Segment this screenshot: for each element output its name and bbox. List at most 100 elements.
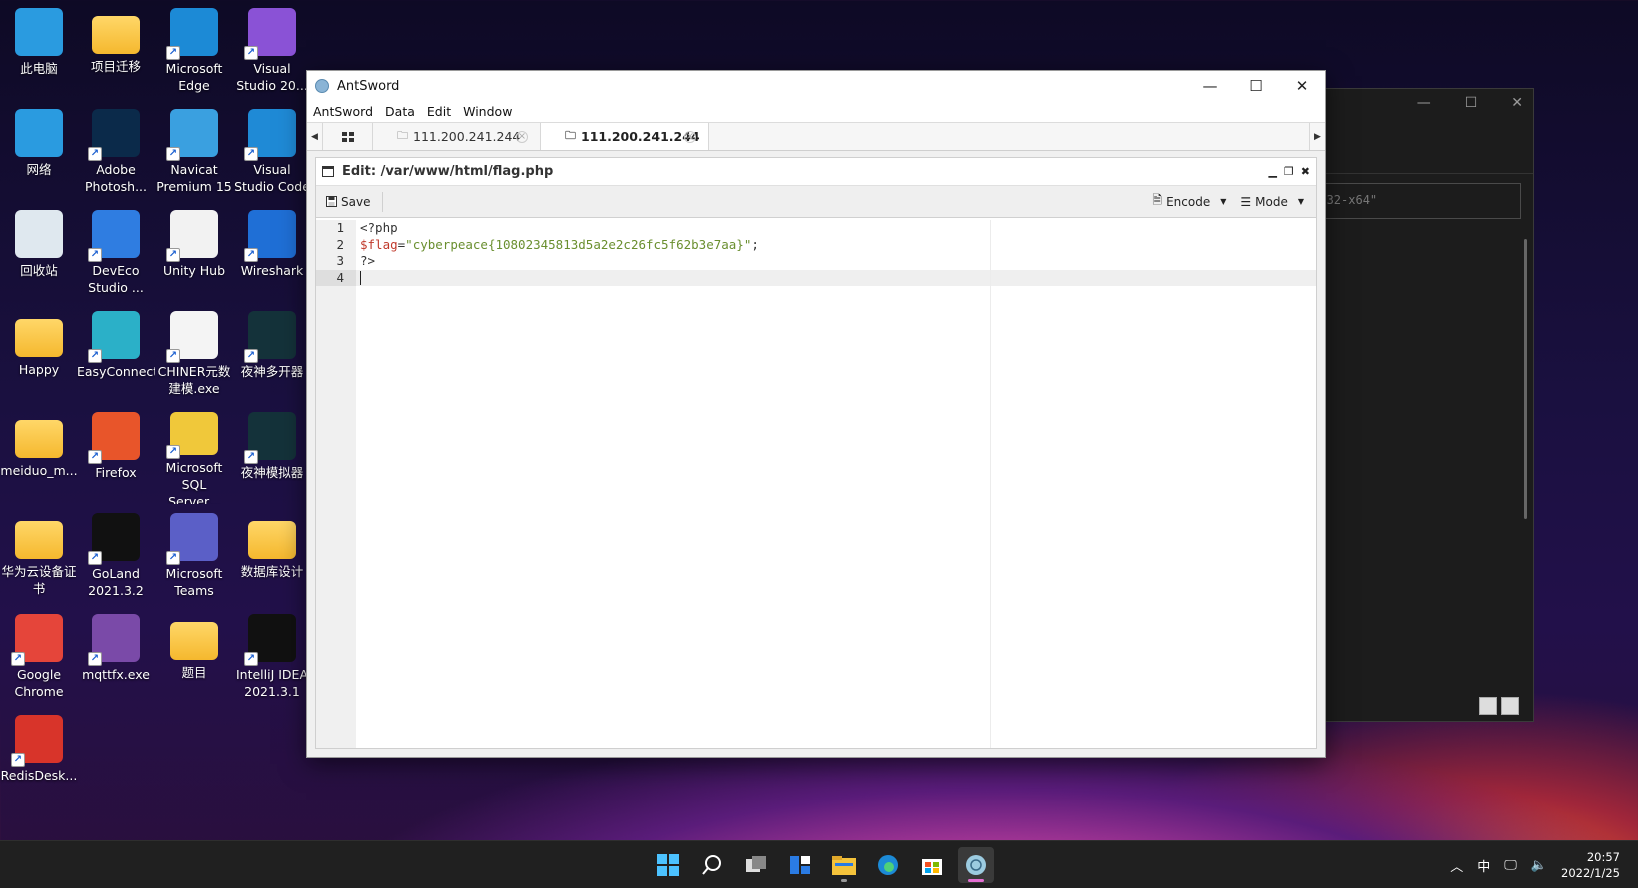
desktop-icon-label: Microsoft SQL Server... [165, 459, 223, 504]
menu-edit[interactable]: Edit [427, 104, 451, 119]
edge-icon [878, 855, 898, 875]
desktop-icon[interactable]: 回收站 [0, 206, 78, 302]
desktop-icon[interactable]: 项目迁移 [77, 4, 155, 100]
close-icon[interactable]: ✕ [1511, 95, 1523, 111]
volume-icon[interactable]: 🔈 [1531, 858, 1547, 873]
title-bar[interactable]: AntSword — ☐ ✕ [307, 71, 1325, 101]
desktop-icon[interactable]: ↗ 夜神模拟器 [233, 408, 311, 504]
desktop-icon[interactable]: ↗ Microsoft Teams [155, 509, 233, 605]
tab-scroll-left-icon[interactable]: ◀ [307, 123, 323, 150]
desktop-icon[interactable]: ↗ GoLand 2021.3.2 [77, 509, 155, 605]
network-icon[interactable]: 🖵 [1504, 858, 1517, 873]
ime-indicator[interactable]: 中 [1477, 856, 1490, 875]
mode-dropdown[interactable]: ☰ Mode ▼ [1240, 191, 1304, 212]
minimize-button[interactable]: — [1187, 71, 1233, 101]
desktop-icon[interactable]: ↗ Navicat Premium 15 [155, 105, 233, 201]
widgets-button[interactable] [782, 847, 818, 883]
teams-icon: ↗ [166, 513, 218, 565]
store-button[interactable] [914, 847, 950, 883]
deveco-icon: ↗ [88, 210, 140, 262]
chevron-down-icon: ▼ [1297, 197, 1304, 206]
file-explorer-button[interactable] [826, 847, 862, 883]
desktop-icon[interactable]: ↗ Firefox [77, 408, 155, 504]
maximize-button[interactable]: ☐ [1233, 71, 1279, 101]
menu-window[interactable]: Window [463, 104, 512, 119]
minimize-icon[interactable]: — [1417, 95, 1431, 111]
chiner-icon: ↗ [166, 311, 218, 363]
desktop-icon[interactable]: 题目 [155, 610, 233, 706]
maximize-icon[interactable]: ☐ [1465, 95, 1478, 111]
panel-close-icon[interactable]: ✖ [1301, 165, 1310, 178]
search-button[interactable] [694, 847, 730, 883]
line-number: 4 [316, 269, 356, 286]
panel-header: Edit: /var/www/html/flag.php ▁ ❐ ✖ [316, 158, 1316, 186]
desktop-icon[interactable]: 此电脑 [0, 4, 78, 100]
start-icon [657, 854, 679, 876]
menu-antsword[interactable]: AntSword [313, 104, 373, 119]
file-explorer-icon [832, 856, 856, 875]
desktop-icon[interactable]: ↗ Visual Studio Code [233, 105, 311, 201]
preview-view-icon[interactable] [1501, 697, 1519, 715]
mode-label: Mode [1255, 194, 1288, 209]
edge-button[interactable] [870, 847, 906, 883]
panel-minimize-icon[interactable]: ▁ [1268, 165, 1276, 178]
menu-data[interactable]: Data [385, 104, 415, 119]
tab-home[interactable] [323, 123, 373, 150]
antsword-taskbar-button[interactable] [958, 847, 994, 883]
desktop-icon[interactable]: ↗ Unity Hub [155, 206, 233, 302]
editor-toolbar: Save 🗎 Encode ▼ ☰ Mode ▼ [316, 186, 1316, 218]
code-area[interactable]: <?php $flag="cyberpeace{10802345813d5a2e… [356, 220, 1316, 748]
desktop-icon[interactable]: ↗ 夜神多开器 [233, 307, 311, 403]
desktop-icon-label: Microsoft Teams [165, 566, 223, 598]
wireshark-icon: ↗ [244, 210, 296, 262]
desktop-icon[interactable]: meiduo_m... [0, 408, 78, 504]
desktop-icon[interactable]: ↗ Google Chrome [0, 610, 78, 706]
desktop-icon[interactable]: 华为云设备证书 [0, 509, 78, 605]
chevron-up-icon[interactable]: ︿ [1450, 856, 1463, 875]
encode-dropdown[interactable]: 🗎 Encode ▼ [1152, 191, 1226, 212]
desktop-icon[interactable]: ↗ mqttfx.exe [77, 610, 155, 706]
tab-close-icon[interactable]: × [684, 130, 696, 143]
tab-shell-1[interactable]: 🗀 111.200.241.244 × [373, 123, 541, 150]
desktop-icon-label: 数据库设计 [240, 564, 304, 579]
desktop-icon[interactable]: ↗ CHINER元数建模.exe [155, 307, 233, 403]
shortcut-arrow-icon: ↗ [166, 248, 180, 262]
task-view-icon [746, 856, 766, 872]
desktop-icon[interactable]: ↗ EasyConnect [77, 307, 155, 403]
desktop-icon-label: Google Chrome [14, 667, 64, 699]
desktop-icon-label: Visual Studio 20... [236, 61, 308, 93]
desktop-icon[interactable]: ↗ DevEco Studio ... [77, 206, 155, 302]
save-button[interactable]: Save [326, 191, 384, 212]
desktop-icon[interactable]: 数据库设计 [233, 509, 311, 605]
panel-controls: ▁ ❐ ✖ [1268, 165, 1316, 178]
tab-label: 111.200.241.244 [413, 129, 521, 144]
desktop-icon[interactable]: ↗ IntelliJ IDEA 2021.3.1 [233, 610, 311, 706]
clock[interactable]: 20:57 2022/1/25 [1561, 849, 1620, 881]
desktop-icon[interactable]: ↗ Visual Studio 20... [233, 4, 311, 100]
close-button[interactable]: ✕ [1279, 71, 1325, 101]
desktop-icon[interactable]: ↗ Microsoft SQL Server... [155, 408, 233, 504]
tab-close-icon[interactable]: × [516, 130, 528, 143]
code-editor[interactable]: 1 2 3 4 <?php $flag="cyberpeace{10802345… [316, 220, 1316, 748]
panel-restore-icon[interactable]: ❐ [1284, 165, 1294, 178]
scrollbar[interactable] [1524, 239, 1527, 519]
computer-icon [15, 8, 63, 56]
desktop-icon[interactable]: Happy [0, 307, 78, 403]
folder-icon: 🗀 [565, 129, 576, 142]
tab-shell-2[interactable]: 🗀 111.200.241.244 × [541, 123, 709, 150]
desktop-icon[interactable]: 网络 [0, 105, 78, 201]
task-view-button[interactable] [738, 847, 774, 883]
folder-icon [15, 420, 63, 458]
save-icon [326, 196, 337, 207]
desktop-icon-label: 项目迁移 [90, 59, 141, 74]
desktop-icon[interactable]: ↗ Wireshark [233, 206, 311, 302]
desktop-icon[interactable]: ↗ Microsoft Edge [155, 4, 233, 100]
desktop-icon[interactable]: ↗ Adobe Photosh... [77, 105, 155, 201]
unity-hub-icon: ↗ [166, 210, 218, 262]
folder-icon [15, 319, 63, 357]
list-view-icon[interactable] [1479, 697, 1497, 715]
shortcut-arrow-icon: ↗ [244, 248, 258, 262]
tab-scroll-right-icon[interactable]: ▶ [1309, 123, 1325, 150]
start-button[interactable] [650, 847, 686, 883]
desktop-icon[interactable]: ↗ RedisDesk... [0, 711, 78, 807]
